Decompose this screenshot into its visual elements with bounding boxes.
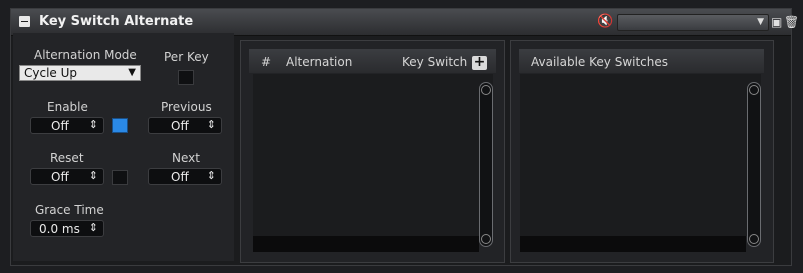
column-alternation: Alternation [286, 55, 353, 69]
enable-spinner[interactable]: Off ⇕ [30, 117, 104, 134]
panel-title: Key Switch Alternate [39, 14, 194, 29]
alternation-list[interactable] [253, 74, 493, 236]
alternation-list-footer [253, 236, 479, 252]
alternation-mode-dropdown[interactable]: Cycle Up ▼ [19, 65, 141, 81]
grace-time-spinner[interactable]: 0.0 ms ⇕ [30, 220, 104, 237]
grace-time-value: 0.0 ms [39, 222, 80, 236]
alternation-scrollbar[interactable] [479, 82, 493, 247]
enable-label: Enable [47, 100, 88, 114]
previous-label: Previous [161, 100, 212, 114]
column-number: # [261, 55, 272, 69]
previous-value: Off [171, 119, 189, 133]
save-icon[interactable]: ▣ [771, 15, 782, 29]
reset-value: Off [51, 170, 69, 184]
alternation-mode-value: Cycle Up [24, 66, 78, 80]
updown-icon: ⇕ [88, 118, 98, 131]
available-key-switches-title: Available Key Switches [531, 55, 669, 69]
available-scrollbar[interactable] [747, 82, 761, 247]
scroll-down-icon[interactable] [481, 234, 491, 244]
scroll-down-icon[interactable] [749, 234, 759, 244]
speaker-muted-icon[interactable]: 🔇 [597, 14, 613, 29]
next-value: Off [171, 170, 189, 184]
updown-icon: ⇕ [206, 169, 216, 182]
alternation-mode-label: Alternation Mode [34, 48, 137, 62]
available-key-switches-header: Available Key Switches [519, 49, 764, 73]
chevron-down-icon: ▼ [757, 17, 764, 27]
column-key-switch: Key Switch [402, 55, 468, 69]
updown-icon: ⇕ [88, 169, 98, 182]
updown-icon: ⇕ [206, 118, 216, 131]
scroll-up-icon[interactable] [749, 85, 759, 95]
grace-time-label: Grace Time [35, 203, 104, 217]
next-label: Next [172, 151, 200, 165]
per-key-label: Per Key [164, 50, 209, 64]
chevron-down-icon: ▼ [128, 67, 136, 78]
add-alternation-button[interactable]: + [472, 55, 487, 70]
available-key-switches-list[interactable] [520, 74, 761, 236]
per-key-toggle[interactable] [178, 70, 194, 85]
reset-label: Reset [50, 151, 84, 165]
updown-icon: ⇕ [88, 221, 98, 234]
scroll-up-icon[interactable] [481, 85, 491, 95]
reset-led-toggle[interactable] [112, 170, 128, 185]
reset-spinner[interactable]: Off ⇕ [30, 168, 104, 185]
title-bar: Key Switch Alternate 🔇 ▼ ▣ 🗑 [11, 9, 799, 36]
trash-icon[interactable]: 🗑 [784, 15, 799, 29]
previous-spinner[interactable]: Off ⇕ [148, 117, 222, 134]
available-list-footer [520, 236, 746, 252]
enable-value: Off [51, 119, 69, 133]
collapse-icon[interactable] [19, 16, 30, 27]
enable-led-toggle[interactable] [112, 118, 128, 133]
next-spinner[interactable]: Off ⇕ [148, 168, 222, 185]
preset-dropdown[interactable]: ▼ [617, 14, 769, 31]
alternation-list-header: # Alternation Key Switch [249, 49, 496, 73]
